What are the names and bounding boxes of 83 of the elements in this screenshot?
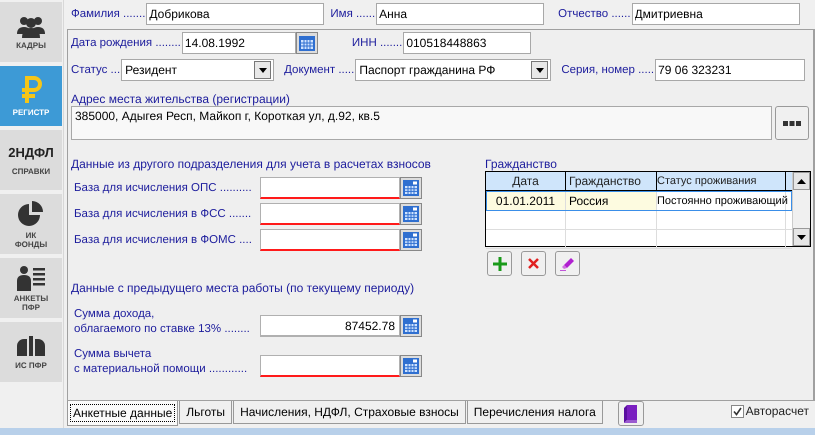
field-label: Документ .....	[284, 64, 354, 76]
status-dropdown[interactable]: Резидент	[121, 59, 274, 81]
add-button[interactable]	[487, 251, 512, 276]
table-cell: Постоянно проживающий	[657, 191, 786, 210]
scroll-up-icon	[797, 178, 806, 184]
person-list-icon	[16, 264, 46, 290]
sidebar-item[interactable]: АНКЕТЫ ПФР	[0, 258, 62, 318]
amount-field[interactable]	[260, 177, 400, 199]
field-label: Сумма дохода, облагаемого по ставке 13% ........	[74, 307, 251, 337]
amount-field[interactable]: 87452.78	[260, 315, 400, 337]
checkbox[interactable]	[730, 404, 744, 418]
calculator-icon	[402, 231, 420, 249]
calculator-icon	[402, 205, 420, 223]
tab[interactable]: Начисления, НДФЛ, Страховые взносы	[233, 401, 466, 424]
field-label: База для исчисления в ФОМС ....	[74, 234, 253, 246]
table-cell: Россия	[566, 191, 657, 210]
plus-icon	[492, 256, 506, 270]
sidebar-title: 2НДФЛ	[8, 144, 54, 160]
calculator-button[interactable]	[400, 203, 422, 225]
series-number-field[interactable]: 79 06 323231	[655, 59, 806, 81]
tab[interactable]: Анкетные данные	[67, 401, 178, 426]
surname-field[interactable]: Добрикова	[146, 3, 324, 25]
columns-logo-icon	[14, 334, 48, 358]
calculator-icon	[402, 317, 420, 335]
marker-icon	[560, 256, 575, 271]
calculator-icon	[402, 179, 420, 197]
field-label: База для исчисления ОПС ..........	[74, 182, 253, 194]
date-field[interactable]: 14.08.1992	[182, 32, 296, 54]
book-button[interactable]	[618, 401, 644, 426]
address-field[interactable]: 385000, Адыгея Респ, Майкоп г, Короткая ул, д.92, кв.5	[71, 106, 772, 140]
ruble-icon	[19, 75, 43, 105]
section-title: Данные с предыдущего места работы (по текущему периоду)	[71, 281, 416, 297]
field-label: Имя ......	[330, 8, 376, 20]
calculator-button[interactable]	[400, 315, 422, 337]
dropdown-arrow-icon	[536, 68, 544, 72]
patronymic-field[interactable]: Дмитриевна	[632, 3, 800, 25]
field-label: Фамилия .......	[71, 8, 146, 20]
scrollbar[interactable]	[792, 172, 810, 246]
amount-field[interactable]	[260, 355, 400, 377]
calculator-button[interactable]	[400, 177, 422, 199]
sidebar-item[interactable]: КАДРЫ	[0, 2, 62, 62]
address-label: Адрес места жительства (регистрации)	[71, 92, 291, 105]
sidebar-item[interactable]: ИК ФОНДЫ	[0, 194, 62, 254]
dropdown-arrow-icon	[258, 68, 267, 72]
section-title: Гражданство	[485, 157, 558, 173]
field-label: Серия, номер .....	[561, 64, 654, 76]
edit-button[interactable]	[555, 251, 580, 276]
calculator-button[interactable]	[400, 355, 422, 377]
field-label: ИНН .......	[352, 37, 402, 49]
calculator-button[interactable]	[400, 229, 422, 251]
checkbox-label: Авторасчет	[746, 404, 809, 418]
delete-button[interactable]	[521, 251, 546, 276]
sidebar-item[interactable]: ИС ПФР	[0, 322, 62, 382]
people-icon	[16, 14, 46, 38]
pie-chart-icon	[17, 200, 45, 228]
field-label: База для исчисления в ФСС .......	[74, 208, 252, 220]
tab[interactable]: Перечисления налога	[466, 401, 603, 424]
calendar-icon	[298, 34, 316, 52]
column-header[interactable]: Дата	[486, 172, 566, 190]
scroll-down-icon	[797, 234, 806, 240]
name-field[interactable]: Анна	[376, 3, 544, 25]
calendar-button[interactable]	[296, 32, 318, 54]
field-label: Отчество ......	[558, 8, 631, 20]
field-label: Дата рождения ........	[71, 37, 181, 49]
inn-field[interactable]: 010518448863	[403, 32, 532, 54]
document-dropdown[interactable]: Паспорт гражданина РФ	[355, 59, 552, 81]
ellipsis-icon	[783, 120, 801, 126]
field-label: Статус ...	[71, 64, 120, 76]
cross-icon	[528, 258, 539, 269]
table-cell: 01.01.2011	[486, 191, 566, 210]
tab[interactable]: Льготы	[179, 401, 232, 424]
more-button[interactable]	[775, 106, 809, 140]
amount-field[interactable]	[260, 203, 400, 225]
sidebar-item[interactable]: 2НДФЛ СПРАВКИ	[0, 130, 62, 190]
field-label: Сумма вычета с материальной помощи ............	[74, 347, 248, 377]
column-header[interactable]: Статус проживания	[657, 172, 786, 190]
checkmark-icon	[732, 406, 742, 416]
amount-field[interactable]	[260, 229, 400, 251]
book-icon	[624, 404, 638, 422]
column-header[interactable]: Гражданство	[566, 172, 657, 190]
table-row[interactable]: 01.01.2011 Россия Постоянно проживающий	[486, 191, 792, 211]
calculator-icon	[402, 357, 420, 375]
section-title: Данные из другого подразделения для учета в расчетах взносов	[71, 157, 432, 173]
